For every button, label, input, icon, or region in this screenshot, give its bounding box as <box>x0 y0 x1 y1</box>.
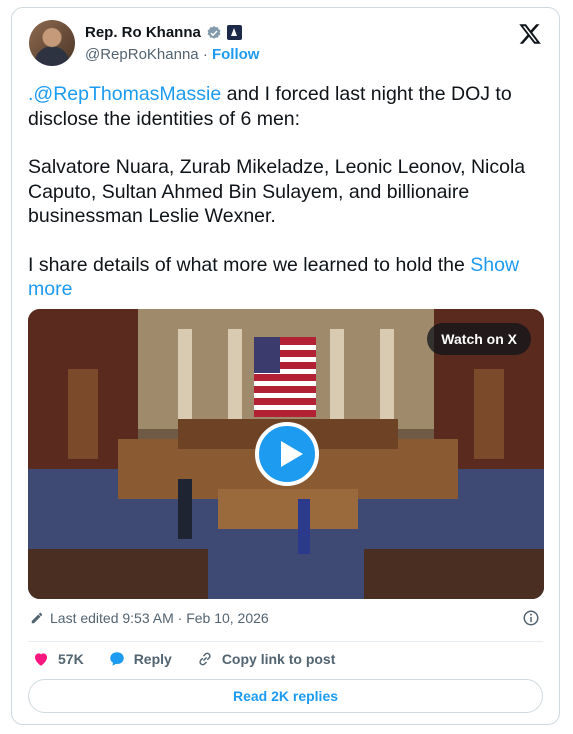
info-icon[interactable] <box>522 609 540 627</box>
tweet-text-line3: I share details of what more we learned … <box>28 253 471 276</box>
divider <box>28 641 543 642</box>
x-logo-icon[interactable] <box>518 22 542 46</box>
copy-link-button[interactable]: Copy link to post <box>196 650 336 668</box>
follow-button[interactable]: Follow <box>212 46 260 63</box>
action-bar: 57K Reply Copy link to post <box>32 650 359 668</box>
like-button[interactable]: 57K <box>32 650 84 668</box>
reply-button[interactable]: Reply <box>108 650 172 668</box>
author-name-row: Rep. Ro Khanna <box>85 24 242 41</box>
author-handle-row: @RepRoKhanna · Follow <box>85 46 259 63</box>
verified-badge-icon <box>207 25 221 39</box>
government-badge-icon <box>226 25 242 40</box>
tweet-paragraph-1: .@RepThomasMassie and I forced last nigh… <box>28 82 538 131</box>
edit-info-row: Last edited 9:53 AM · Feb 10, 2026 <box>30 610 269 626</box>
tweet-paragraph-2: Salvatore Nuara, Zurab Mikeladze, Leonic… <box>28 156 526 227</box>
edited-timestamp[interactable]: Last edited 9:53 AM · Feb 10, 2026 <box>50 610 269 626</box>
separator: · <box>202 46 208 63</box>
link-icon <box>199 652 211 666</box>
like-count: 57K <box>58 651 84 667</box>
reply-label: Reply <box>133 651 172 667</box>
author-name[interactable]: Rep. Ro Khanna <box>85 24 201 41</box>
copy-link-label: Copy link to post <box>221 651 336 667</box>
watch-on-x-button[interactable]: Watch on X <box>427 323 531 355</box>
tweet-text: .@RepThomasMassie and I forced last nigh… <box>28 82 538 326</box>
avatar[interactable] <box>29 20 75 66</box>
heart-icon <box>35 653 47 666</box>
read-replies-button[interactable]: Read 2K replies <box>28 679 543 713</box>
author-handle[interactable]: @RepRoKhanna <box>85 46 199 63</box>
speech-bubble-icon <box>109 652 124 666</box>
tweet-card: Rep. Ro Khanna @RepRoKhanna · Follow .@R… <box>11 7 560 725</box>
video-player[interactable]: Watch on X <box>28 309 544 599</box>
pencil-icon <box>31 612 43 624</box>
mention-link[interactable]: .@RepThomasMassie <box>28 83 221 105</box>
tweet-paragraph-3: I share details of what more we learned … <box>28 253 538 302</box>
play-icon[interactable] <box>255 422 319 486</box>
